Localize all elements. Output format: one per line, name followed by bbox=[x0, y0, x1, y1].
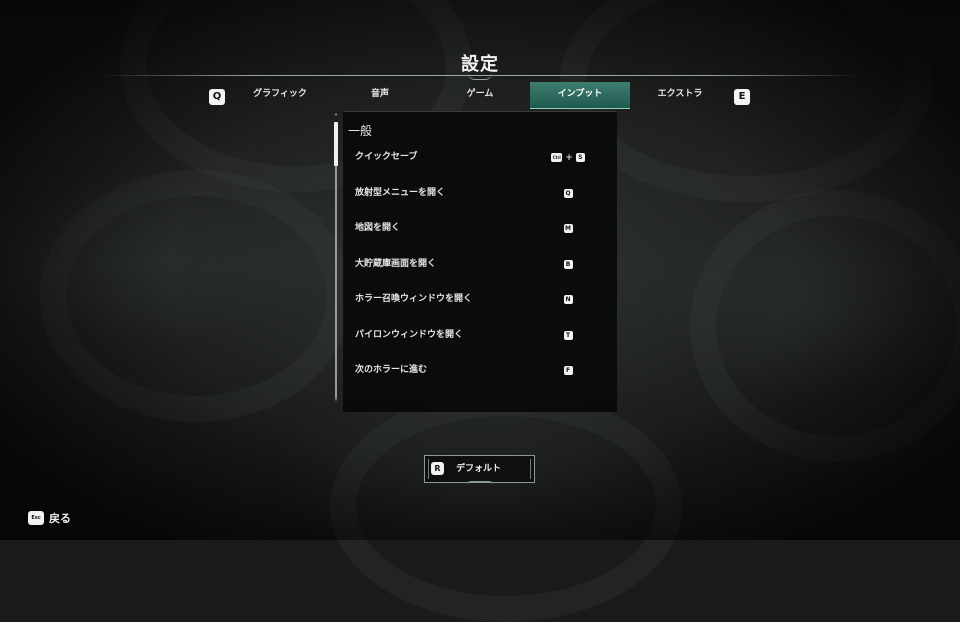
tab-input[interactable]: インプット bbox=[530, 82, 630, 109]
keybind-row-next-horror[interactable]: 次のホラーに進む F bbox=[343, 353, 617, 388]
title-ornament bbox=[468, 73, 492, 80]
key-cap: M bbox=[563, 224, 573, 233]
key-cap: T bbox=[563, 331, 573, 340]
keybind-row-quicksave[interactable]: クイックセーブ Ctrl + S bbox=[343, 140, 617, 175]
tab-graphics[interactable]: グラフィック bbox=[230, 82, 330, 108]
section-header: 一般 bbox=[348, 124, 373, 138]
key-cap: Ctrl bbox=[551, 153, 563, 162]
back-label: 戻る bbox=[49, 512, 71, 525]
default-key: R bbox=[431, 462, 444, 475]
tab-game[interactable]: ゲーム bbox=[430, 82, 530, 108]
keybind-row-map[interactable]: 地図を開く M bbox=[343, 211, 617, 246]
tab-audio[interactable]: 音声 bbox=[330, 82, 430, 108]
next-tab-key[interactable]: E bbox=[734, 89, 750, 105]
keybind-row-horror-summon[interactable]: ホラー召喚ウィンドウを開く N bbox=[343, 282, 617, 317]
keybind-row-storage[interactable]: 大貯蔵庫画面を開く B bbox=[343, 247, 617, 282]
keybinding-panel: 一般 クイックセーブ Ctrl + S 放射型メニューを開く Q 地図を開く M… bbox=[343, 112, 617, 412]
button-ornament bbox=[466, 481, 494, 486]
keybind-keys[interactable]: F bbox=[543, 353, 593, 388]
keybind-keys[interactable]: B bbox=[543, 247, 593, 282]
keybind-row-pylon[interactable]: パイロンウィンドウを開く T bbox=[343, 318, 617, 353]
key-cap: Q bbox=[563, 189, 573, 198]
keybind-keys[interactable]: N bbox=[543, 282, 593, 317]
prev-tab-key[interactable]: Q bbox=[209, 89, 225, 105]
keybind-keys[interactable]: M bbox=[543, 211, 593, 246]
key-cap: S bbox=[575, 153, 585, 162]
keybind-keys[interactable]: T bbox=[543, 318, 593, 353]
scroll-up-icon[interactable]: ˄ bbox=[331, 114, 341, 122]
default-button[interactable]: R デフォルト bbox=[424, 455, 535, 483]
keybind-keys[interactable]: Ctrl + S bbox=[543, 140, 593, 175]
tab-extra[interactable]: エクストラ bbox=[630, 82, 730, 108]
esc-key: Esc bbox=[28, 511, 44, 525]
scrollbar-thumb[interactable] bbox=[334, 122, 338, 166]
key-cap: F bbox=[563, 366, 573, 375]
keybind-row-radial-menu[interactable]: 放射型メニューを開く Q bbox=[343, 176, 617, 211]
panel-bottom-fade bbox=[343, 386, 617, 412]
keybind-label: ホラー召喚ウィンドウを開く bbox=[355, 294, 473, 304]
keybind-label: パイロンウィンドウを開く bbox=[355, 330, 464, 340]
plus-sign: + bbox=[565, 152, 573, 163]
default-button-label: デフォルト bbox=[456, 464, 502, 474]
keybind-label: クイックセーブ bbox=[355, 152, 418, 162]
key-cap: N bbox=[563, 295, 573, 304]
keybind-label: 大貯蔵庫画面を開く bbox=[355, 259, 437, 269]
keybind-label: 地図を開く bbox=[355, 223, 401, 233]
keybind-keys[interactable]: Q bbox=[543, 176, 593, 211]
back-button[interactable]: Esc 戻る bbox=[28, 510, 71, 526]
keybind-label: 放射型メニューを開く bbox=[355, 188, 446, 198]
keybind-label: 次のホラーに進む bbox=[355, 365, 428, 375]
key-cap: B bbox=[563, 260, 573, 269]
scroll-down-icon[interactable]: ˅ bbox=[331, 399, 341, 407]
